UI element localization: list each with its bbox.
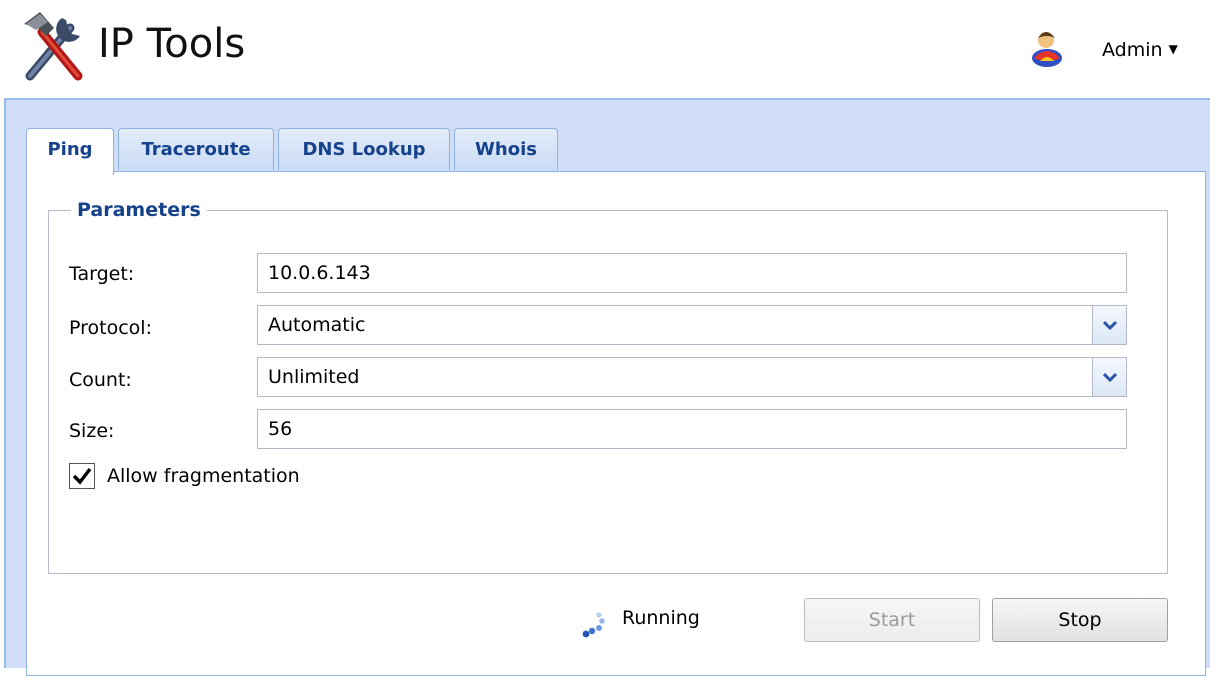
protocol-label: Protocol:: [69, 317, 152, 339]
app-header: IP Tools Admin ▼: [0, 0, 1210, 98]
target-label: Target:: [69, 263, 135, 285]
checkmark-icon: [72, 467, 92, 485]
parameters-fieldset: Parameters Target: 10.0.6.143 Protocol: …: [48, 198, 1168, 574]
app-title: IP Tools: [98, 21, 246, 67]
target-input[interactable]: 10.0.6.143: [257, 253, 1127, 293]
hammer-wrench-icon: [24, 12, 83, 81]
spinner-icon: [582, 612, 605, 638]
tab-ping[interactable]: Ping: [26, 128, 114, 175]
count-label: Count:: [69, 369, 132, 391]
user-icon: [1032, 32, 1062, 67]
count-value: Unlimited: [268, 366, 360, 388]
user-name: Admin: [1102, 39, 1163, 61]
size-label: Size:: [69, 420, 115, 442]
user-menu[interactable]: Admin ▼: [1102, 38, 1178, 64]
allow-fragmentation-label[interactable]: Allow fragmentation: [107, 464, 300, 488]
allow-fragmentation-checkbox[interactable]: [69, 463, 95, 489]
count-select[interactable]: Unlimited: [257, 357, 1127, 397]
chevron-down-icon[interactable]: [1092, 358, 1126, 396]
tab-dns-lookup[interactable]: DNS Lookup: [278, 128, 450, 170]
size-input[interactable]: 56: [257, 409, 1127, 449]
chevron-down-icon[interactable]: [1092, 306, 1126, 344]
tab-whois[interactable]: Whois: [454, 128, 558, 170]
protocol-value: Automatic: [268, 314, 366, 336]
parameters-legend: Parameters: [71, 198, 207, 222]
stop-button[interactable]: Stop: [992, 598, 1168, 642]
main-panel: Ping Traceroute DNS Lookup Whois Paramet…: [4, 98, 1210, 676]
start-button[interactable]: Start: [804, 598, 980, 642]
protocol-select[interactable]: Automatic: [257, 305, 1127, 345]
chevron-down-icon: ▼: [1168, 42, 1178, 56]
tab-traceroute[interactable]: Traceroute: [118, 128, 274, 170]
status-text: Running: [622, 607, 700, 629]
